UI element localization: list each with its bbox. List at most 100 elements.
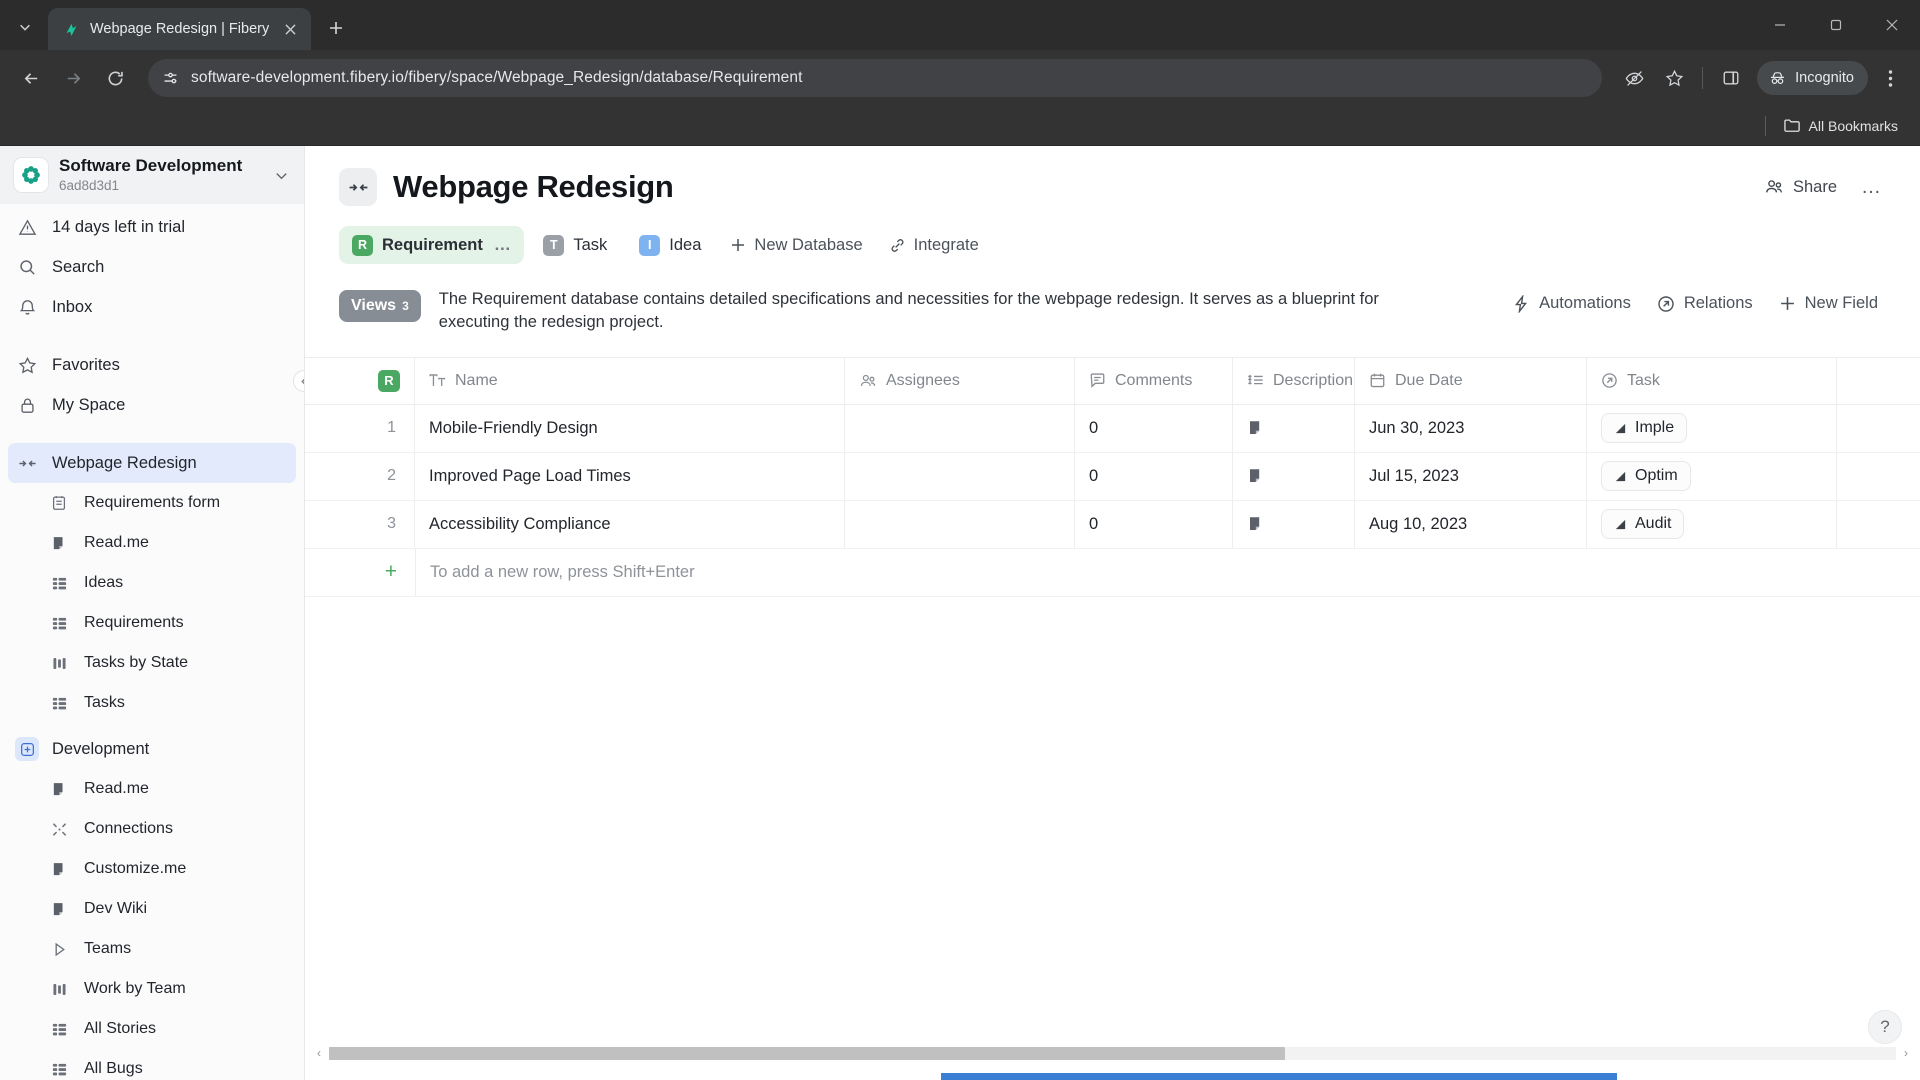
sidebar-item-work-by-team[interactable]: Work by Team	[0, 969, 304, 1009]
sidebar-item-all-bugs[interactable]: All Bugs	[0, 1049, 304, 1080]
cell-name[interactable]: Improved Page Load Times	[415, 452, 845, 500]
column-header-name[interactable]: Name	[415, 357, 845, 404]
automations-button[interactable]: Automations	[1504, 290, 1639, 317]
task-chip[interactable]: Optim	[1601, 461, 1691, 492]
cell-comments[interactable]: 0	[1075, 404, 1233, 452]
window-minimize-button[interactable]	[1752, 0, 1808, 50]
sidebar-item-requirements[interactable]: Requirements	[0, 603, 304, 643]
column-header-comments[interactable]: Comments	[1075, 357, 1233, 404]
cell-description[interactable]	[1233, 452, 1355, 500]
table-row[interactable]: 1 Mobile-Friendly Design 0 Jun 30, 2023	[305, 404, 1920, 453]
window-maximize-button[interactable]	[1808, 0, 1864, 50]
cell-assignees[interactable]	[845, 452, 1075, 500]
cell-assignees[interactable]	[845, 500, 1075, 548]
sidebar-item-dev-wiki[interactable]: Dev Wiki	[0, 889, 304, 929]
arrows-collapse-icon[interactable]	[339, 168, 377, 206]
column-header-assignees[interactable]: Assignees	[845, 357, 1075, 404]
new-tab-button[interactable]	[319, 11, 353, 45]
bookmark-star-icon[interactable]	[1656, 60, 1692, 96]
tab-idea[interactable]: I Idea	[626, 226, 714, 264]
help-button[interactable]: ?	[1868, 1010, 1902, 1044]
sidebar-item-connections[interactable]: Connections	[0, 809, 304, 849]
cell-name[interactable]: Mobile-Friendly Design	[415, 404, 845, 452]
sidebar-item-favorites[interactable]: Favorites	[0, 345, 304, 385]
cell-comments[interactable]: 0	[1075, 500, 1233, 548]
cell-description[interactable]	[1233, 500, 1355, 548]
board-icon	[48, 981, 70, 998]
scrollbar-track[interactable]	[329, 1046, 1896, 1060]
page-more-button[interactable]: …	[1857, 176, 1886, 199]
cell-task[interactable]: Optim	[1587, 452, 1837, 500]
new-field-button[interactable]: New Field	[1771, 290, 1886, 317]
incognito-indicator[interactable]: Incognito	[1757, 61, 1868, 95]
sidebar-item-ideas[interactable]: Ideas	[0, 563, 304, 603]
sidebar-item-label: Search	[52, 257, 105, 276]
task-chip[interactable]: Audit	[1601, 509, 1685, 540]
sidebar-item-webpage-redesign[interactable]: Webpage Redesign	[8, 443, 296, 484]
browser-tab[interactable]: Webpage Redesign | Fibery	[48, 8, 312, 50]
document-icon	[1247, 419, 1265, 437]
tab-close-icon[interactable]	[279, 18, 301, 40]
cell-due-date[interactable]: Jun 30, 2023	[1355, 404, 1587, 452]
sidebar-item-my-space[interactable]: My Space	[0, 385, 304, 425]
rich-text-icon	[1247, 373, 1264, 388]
tracking-protection-icon[interactable]	[1616, 60, 1652, 96]
tab-more-icon[interactable]: …	[494, 235, 512, 255]
sidebar-item-development[interactable]: Development	[0, 729, 304, 769]
sidebar-item-label: My Space	[52, 395, 126, 414]
share-button[interactable]: Share	[1764, 177, 1837, 197]
forward-button[interactable]	[54, 59, 92, 97]
cell-task[interactable]: Imple	[1587, 404, 1837, 452]
sidebar-item-teams[interactable]: Teams	[0, 929, 304, 969]
views-button[interactable]: Views 3	[339, 290, 421, 322]
tab-requirement[interactable]: R Requirement …	[339, 226, 525, 264]
sidebar-item-read-me[interactable]: Read.me	[0, 523, 304, 563]
integrate-button[interactable]: Integrate	[879, 226, 989, 264]
task-chip[interactable]: Imple	[1601, 413, 1688, 444]
sidebar-item-customize-me[interactable]: Customize.me	[0, 849, 304, 889]
add-row-plus-icon[interactable]: +	[305, 549, 415, 596]
sidebar-item-tasks-by-state[interactable]: Tasks by State	[0, 643, 304, 683]
column-header-due-date[interactable]: Due Date	[1355, 357, 1587, 404]
horizontal-scrollbar[interactable]: ‹ ›	[305, 1044, 1920, 1062]
kebab-menu-icon[interactable]	[1872, 60, 1908, 96]
table-row[interactable]: 2 Improved Page Load Times 0 Jul 15, 202…	[305, 452, 1920, 501]
sidebar-item-requirements-form[interactable]: Requirements form	[0, 483, 304, 523]
reload-button[interactable]	[96, 59, 134, 97]
cell-description[interactable]	[1233, 404, 1355, 452]
side-panel-icon[interactable]	[1713, 60, 1749, 96]
cell-name[interactable]: Accessibility Compliance	[415, 500, 845, 548]
tab-task[interactable]: T Task	[530, 226, 620, 264]
address-bar[interactable]: software-development.fibery.io/fibery/sp…	[148, 59, 1603, 97]
window-close-button[interactable]	[1864, 0, 1920, 50]
sidebar-item-inbox[interactable]: Inbox	[0, 287, 304, 327]
sidebar-item-trial[interactable]: 14 days left in trial	[0, 207, 304, 247]
scroll-left-arrow[interactable]: ‹	[313, 1046, 325, 1060]
column-header-description[interactable]: Description	[1233, 357, 1355, 404]
sidebar-item-search[interactable]: Search	[0, 247, 304, 287]
cell-due-date[interactable]: Jul 15, 2023	[1355, 452, 1587, 500]
sidebar-item-label: 14 days left in trial	[52, 217, 185, 236]
chevron-down-icon[interactable]	[270, 168, 292, 183]
sidebar-item-all-stories[interactable]: All Stories	[0, 1009, 304, 1049]
tab-search-button[interactable]	[8, 10, 42, 44]
sidebar-item-dev-read-me[interactable]: Read.me	[0, 769, 304, 809]
relations-button[interactable]: Relations	[1649, 290, 1761, 317]
sidebar-item-tasks[interactable]: Tasks	[0, 683, 304, 723]
cell-due-date[interactable]: Aug 10, 2023	[1355, 500, 1587, 548]
cell-comments[interactable]: 0	[1075, 452, 1233, 500]
back-button[interactable]	[12, 59, 50, 97]
cell-task[interactable]: Audit	[1587, 500, 1837, 548]
all-bookmarks-button[interactable]: All Bookmarks	[1776, 114, 1906, 138]
column-header-task[interactable]: Task	[1587, 357, 1837, 404]
task-type-icon	[1614, 470, 1627, 483]
workspace-switcher[interactable]: Software Development 6ad8d3d1	[0, 146, 304, 205]
add-row[interactable]: + To add a new row, press Shift+Enter	[305, 548, 1920, 597]
document-icon	[48, 901, 70, 918]
new-database-button[interactable]: New Database	[720, 226, 872, 264]
site-settings-icon[interactable]	[162, 70, 179, 87]
cell-assignees[interactable]	[845, 404, 1075, 452]
scrollbar-thumb[interactable]	[329, 1046, 1285, 1060]
scroll-right-arrow[interactable]: ›	[1900, 1046, 1912, 1060]
table-row[interactable]: 3 Accessibility Compliance 0 Aug 10, 202…	[305, 500, 1920, 549]
